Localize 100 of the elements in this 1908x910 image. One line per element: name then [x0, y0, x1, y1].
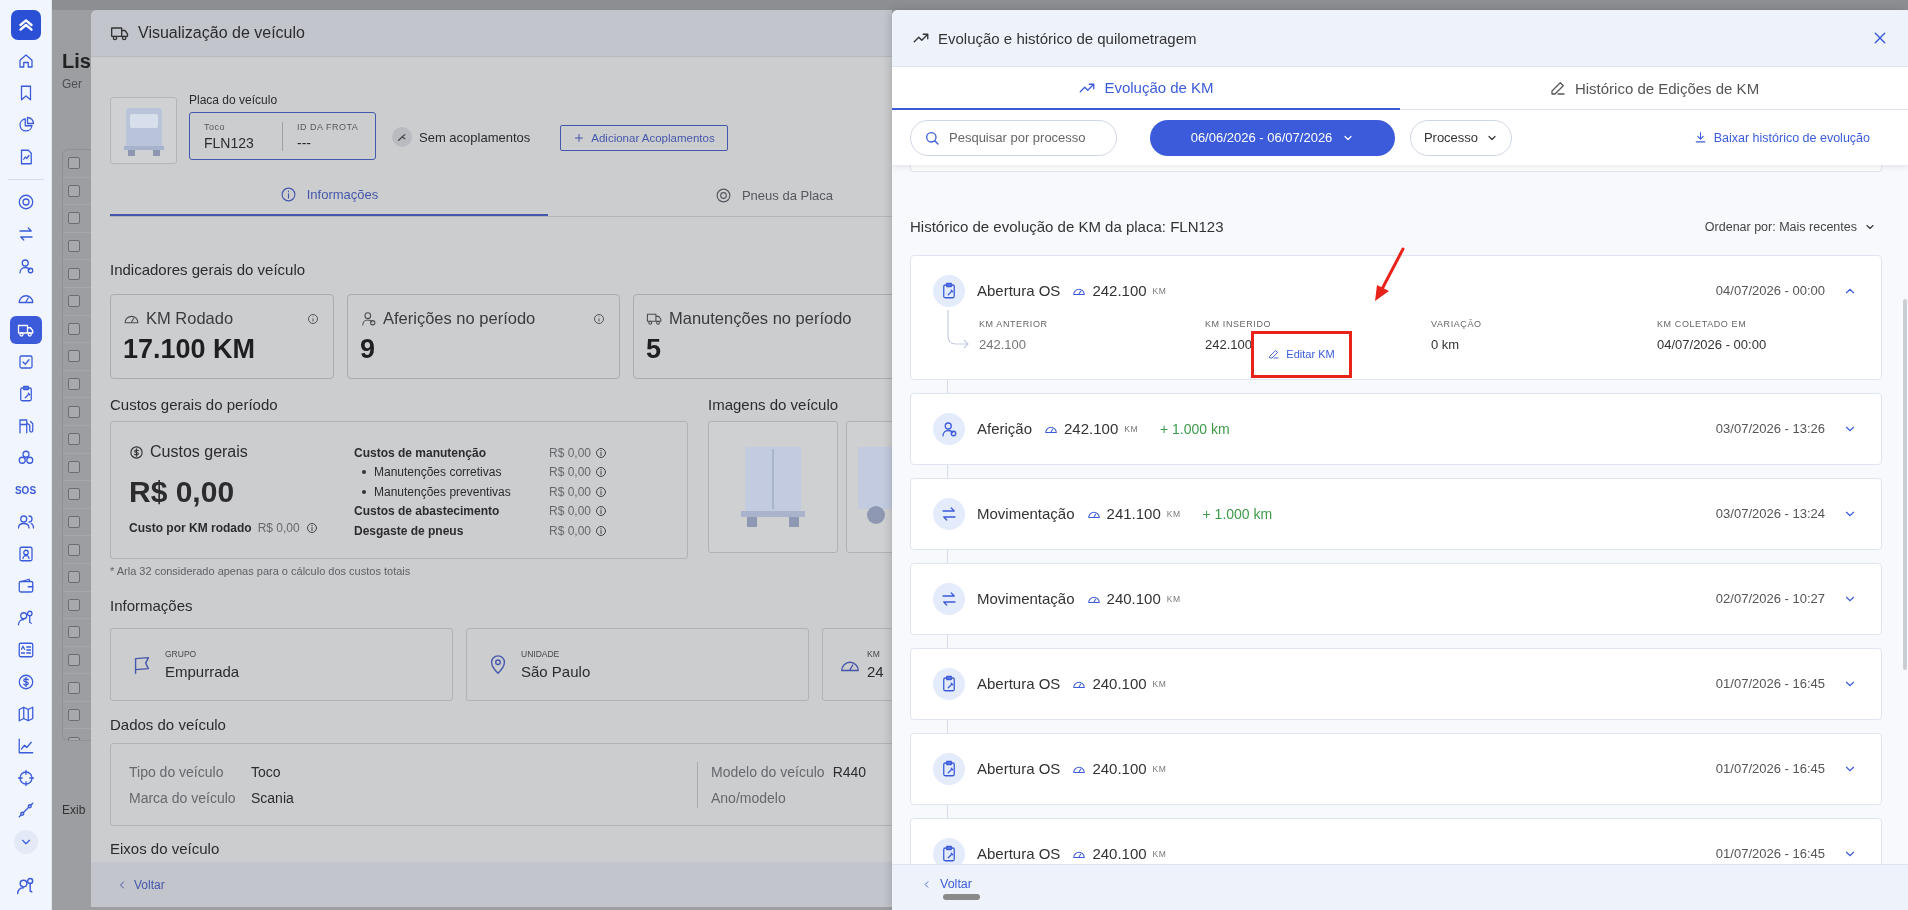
home-icon [16, 52, 35, 70]
process-name: Abertura OS [977, 283, 1061, 299]
indicator-label: Manutenções no período [669, 309, 852, 328]
cost-label: Custos de abastecimento [354, 504, 501, 519]
checkbox[interactable] [68, 681, 80, 694]
pencil-icon [1548, 79, 1567, 97]
info-icon [595, 505, 607, 518]
field-label: Tipo do veículo [129, 763, 225, 780]
scrollbar-thumb[interactable] [943, 894, 980, 900]
checklist-icon [16, 353, 35, 371]
scrollbar-thumb[interactable] [1903, 299, 1907, 670]
process-name: Aferição [977, 421, 1033, 437]
date-time: 01/07/2026 - 16:45 [1715, 676, 1825, 692]
cost-value: R$ 0,00 [257, 521, 300, 535]
unit-label: KM [1166, 593, 1181, 606]
page-subtitle: Ger [62, 77, 82, 91]
cost-value: R$ 0,00 [549, 484, 593, 499]
field-label: KM ANTERIOR [979, 319, 1049, 329]
cost-label: Desgaste de pneus [354, 523, 465, 538]
person-key-icon [16, 609, 35, 627]
total-cost: R$ 0,00 [129, 475, 236, 509]
map-icon [16, 705, 35, 723]
download-icon [1693, 131, 1707, 144]
edit-km-link[interactable]: Editar KM [1268, 347, 1335, 360]
info-icon [279, 185, 297, 203]
cost-value: R$ 0,00 [549, 504, 593, 519]
checkbox[interactable] [68, 709, 80, 722]
cost-value: R$ 0,00 [549, 445, 593, 460]
section-title: Indicadores gerais do veículo [110, 261, 306, 278]
costs-heading: Custos gerais [150, 443, 248, 461]
checkbox[interactable] [68, 212, 80, 225]
modal-title: Visualização de veículo [138, 24, 305, 42]
km-value: 240.100 [1106, 591, 1161, 607]
tab[interactable]: Pneus da Placa [548, 174, 892, 216]
field-label: Modelo do veículo [711, 763, 825, 780]
checkbox[interactable] [68, 322, 80, 335]
tire-icon [714, 186, 732, 204]
checkbox[interactable] [68, 240, 80, 253]
drawer-title: Evolução e histórico de quilometragem [938, 29, 1197, 47]
back-link[interactable]: Voltar [921, 877, 972, 891]
field-label: UNIDADE [521, 649, 561, 659]
field-label: KM COLETADO EM [1657, 319, 1748, 329]
field-label: Placa do veículo [189, 93, 279, 107]
clipboard-wrench-icon [933, 275, 965, 307]
checkbox[interactable] [68, 571, 80, 584]
indicator-value: 5 [646, 334, 663, 365]
bullet-icon [362, 470, 366, 475]
cost-label: Manutenções preventivas [374, 484, 511, 499]
unit-label: KM [1152, 763, 1167, 776]
sidebar-button[interactable] [9, 316, 42, 344]
checkbox[interactable] [68, 626, 80, 639]
checkbox[interactable] [68, 267, 80, 280]
date-range-button[interactable]: 06/06/2026 - 06/07/2026 [1150, 119, 1395, 156]
checkbox[interactable] [68, 405, 80, 418]
person-key-icon [15, 876, 36, 896]
search-icon [924, 129, 940, 146]
scroll-down-button[interactable] [13, 830, 38, 854]
km-delta: + 1.000 km [1202, 506, 1273, 522]
cost-value: R$ 0,00 [549, 465, 593, 480]
indicator-value: 17.100 KM [123, 334, 257, 365]
checkbox[interactable] [68, 460, 80, 473]
download-link[interactable]: Baixar histórico de evolução [1693, 130, 1870, 145]
truck-front-icon [121, 105, 166, 156]
sidebar-button[interactable]: SOS [9, 476, 42, 504]
checkbox[interactable] [68, 433, 80, 446]
field-label: VARIAÇÃO [1431, 319, 1483, 329]
contact-list-icon [16, 641, 35, 659]
tab[interactable]: Informações [110, 174, 548, 216]
km-value: 242.100 [1064, 421, 1119, 437]
process-name: Movimentação [977, 591, 1075, 607]
checkbox[interactable] [68, 184, 80, 197]
fleet-id: --- [297, 134, 312, 151]
info-icon [595, 485, 607, 498]
sort-dropdown[interactable]: Ordenar por: Mais recentes [1704, 219, 1876, 234]
field-label: Toco [204, 121, 226, 132]
checkbox[interactable] [68, 516, 80, 528]
checkbox[interactable] [68, 295, 80, 308]
cost-label: Manutenções corretivas [374, 465, 502, 480]
process-name: Abertura OS [977, 676, 1061, 692]
km-value: 240.100 [1092, 676, 1147, 692]
field-label: KM INSERIDO [1205, 319, 1273, 329]
coupling-icon [392, 127, 412, 147]
field-label: GRUPO [165, 649, 198, 659]
add-coupling-button[interactable]: Adicionar Acoplamentos [560, 125, 728, 151]
field-label: Ano/modelo [711, 789, 786, 806]
logo-icon [10, 10, 41, 40]
back-link[interactable]: Voltar [116, 877, 165, 892]
unit-label: KM [1152, 285, 1167, 298]
clipboard-wrench-icon [933, 668, 965, 700]
km-value: 240.100 [1092, 761, 1147, 777]
checkbox[interactable] [68, 350, 80, 363]
checkbox[interactable] [68, 488, 80, 501]
checkbox[interactable] [68, 598, 80, 611]
checkbox[interactable] [68, 654, 80, 666]
close-icon[interactable] [1872, 30, 1888, 46]
footnote: * Arla 32 considerado apenas para o cálculo dos custos totais [110, 565, 412, 577]
checkbox[interactable] [68, 157, 80, 170]
checkbox[interactable] [68, 378, 80, 391]
field-value: 242.100 [979, 337, 1027, 352]
checkbox[interactable] [68, 543, 80, 556]
